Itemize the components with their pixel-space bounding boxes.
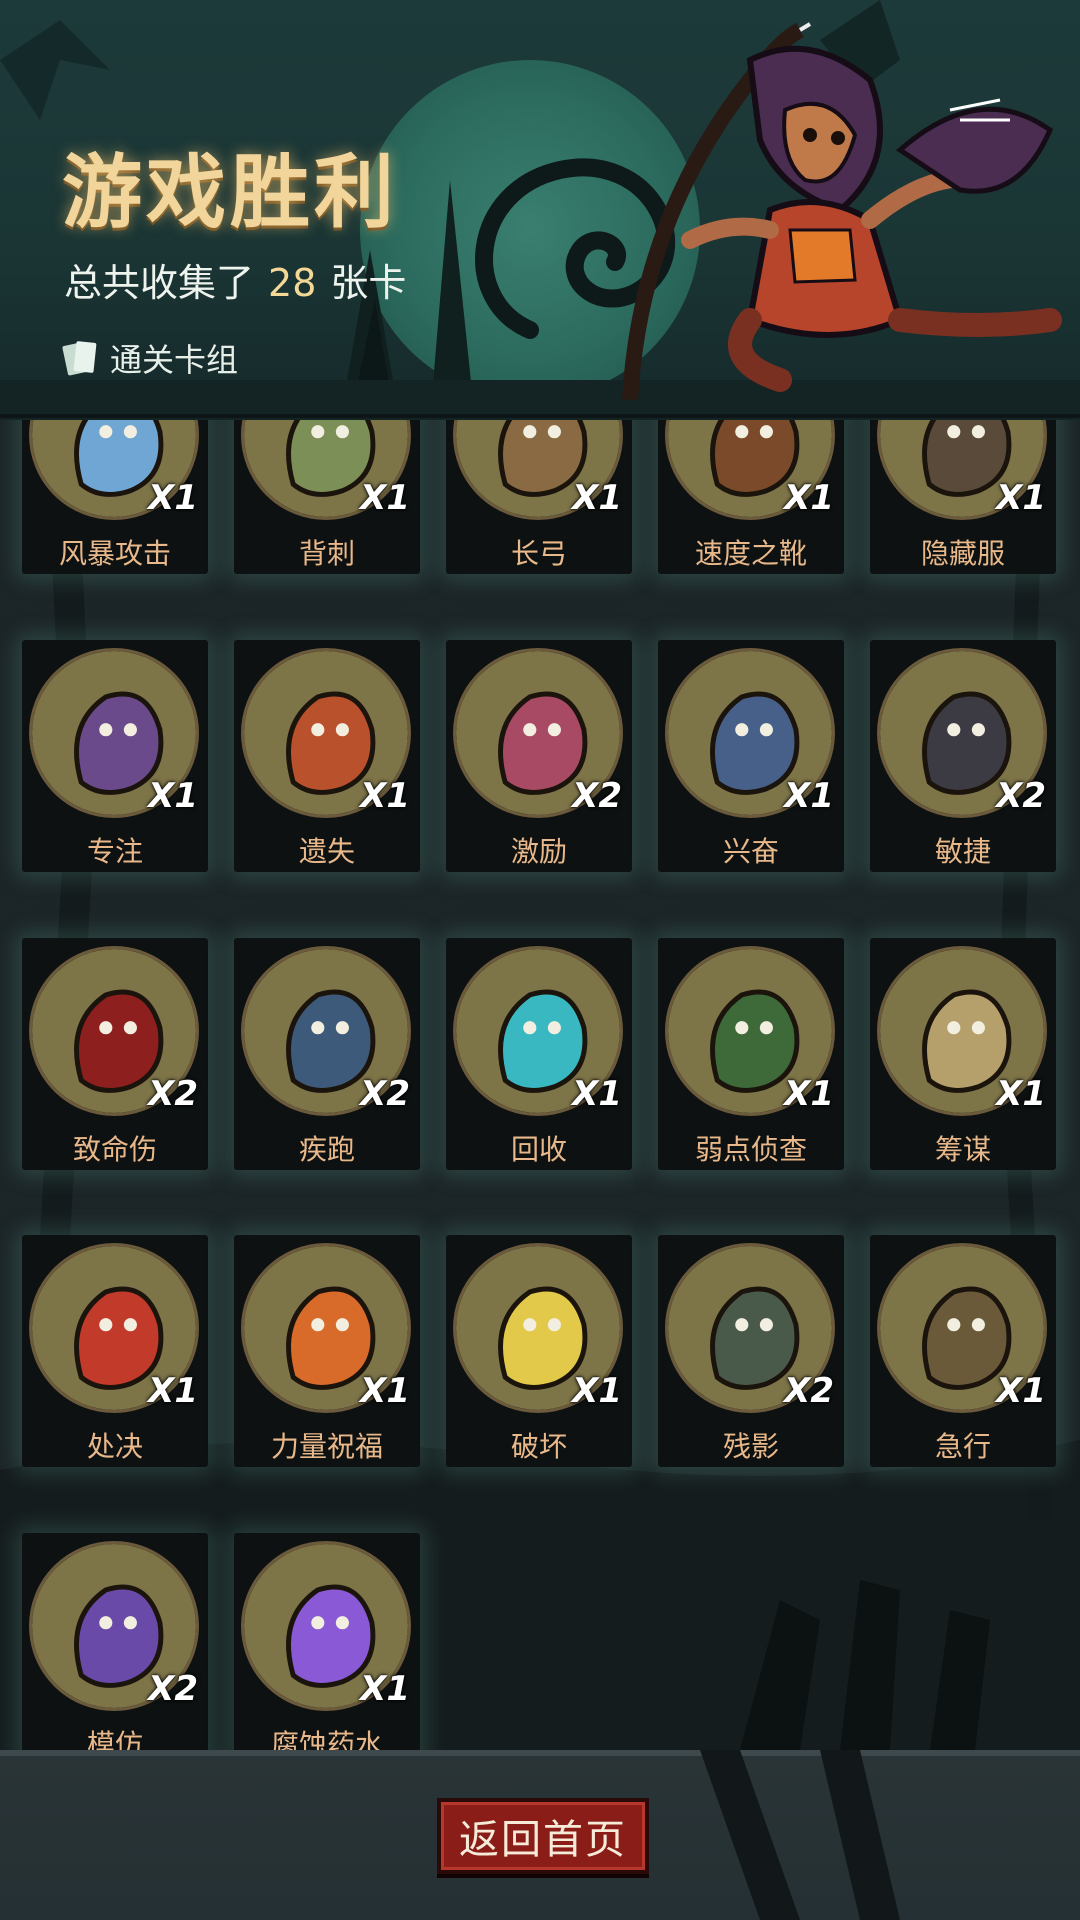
card-item[interactable]: X1 背刺 — [234, 420, 420, 574]
final-deck-button[interactable]: 通关卡组 — [62, 333, 238, 383]
card-quantity: X1 — [148, 478, 198, 518]
card-quantity: X1 — [572, 478, 622, 518]
card-quantity: X1 — [148, 1371, 198, 1411]
card-grid[interactable]: X1 风暴攻击 X1 背刺 X1 长弓 X1 速度之靴 X1 隐藏服 X1 专注 X1 遗失 X2 激励 X1 兴… — [0, 420, 1080, 1750]
card-quantity: X1 — [360, 1371, 410, 1411]
card-item[interactable]: X1 弱点侦查 — [658, 938, 844, 1170]
final-deck-label: 通关卡组 — [110, 341, 239, 379]
card-name: 隐藏服 — [920, 537, 1005, 570]
card-quantity: X2 — [784, 1371, 834, 1411]
card-name: 腐蚀药水 — [270, 1728, 383, 1750]
card-name: 背刺 — [298, 537, 355, 570]
card-item[interactable]: X1 力量祝福 — [234, 1235, 420, 1467]
card-quantity: X1 — [572, 1371, 622, 1411]
card-name: 兴奋 — [722, 835, 779, 868]
cards-collected-count: 28 — [268, 261, 317, 305]
card-quantity: X1 — [996, 478, 1046, 518]
victory-header: 游戏胜利 总共收集了 28 张卡 通关卡组 — [0, 0, 1080, 420]
cards-collected-summary: 总共收集了 28 张卡 — [64, 252, 406, 307]
card-name: 致命伤 — [72, 1133, 157, 1166]
header-divider — [0, 414, 1080, 418]
card-name: 急行 — [934, 1430, 991, 1463]
return-home-button[interactable]: 返回首页 — [437, 1798, 649, 1874]
card-name: 长弓 — [510, 537, 567, 570]
card-name: 力量祝福 — [270, 1430, 383, 1463]
card-name: 残影 — [722, 1430, 779, 1463]
card-quantity: X2 — [148, 1074, 198, 1114]
card-quantity: X1 — [784, 776, 834, 816]
card-name: 疾跑 — [298, 1133, 355, 1166]
card-item[interactable]: X1 速度之靴 — [658, 420, 844, 574]
card-quantity: X1 — [148, 776, 198, 816]
card-name: 速度之靴 — [694, 537, 807, 570]
card-item[interactable]: X2 激励 — [446, 640, 632, 872]
card-item[interactable]: X1 处决 — [22, 1235, 208, 1467]
card-name: 风暴攻击 — [58, 537, 171, 570]
card-name: 敏捷 — [934, 835, 991, 868]
card-item[interactable]: X1 破坏 — [446, 1235, 632, 1467]
card-quantity: X1 — [784, 1074, 834, 1114]
card-quantity: X2 — [148, 1669, 198, 1709]
card-quantity: X2 — [572, 776, 622, 816]
card-item[interactable]: X1 隐藏服 — [870, 420, 1056, 574]
card-item[interactable]: X1 专注 — [22, 640, 208, 872]
card-name: 处决 — [86, 1430, 143, 1463]
card-name: 筹谋 — [934, 1133, 991, 1166]
card-item[interactable]: X1 筹谋 — [870, 938, 1056, 1170]
card-item[interactable]: X1 遗失 — [234, 640, 420, 872]
card-name: 破坏 — [510, 1430, 567, 1463]
card-name: 回收 — [510, 1133, 567, 1166]
card-quantity: X2 — [360, 1074, 410, 1114]
card-name: 弱点侦查 — [694, 1133, 807, 1166]
card-name: 遗失 — [298, 835, 355, 868]
card-item[interactable]: X1 回收 — [446, 938, 632, 1170]
hooded-archer-illustration — [622, 22, 1062, 401]
card-quantity: X1 — [996, 1074, 1046, 1114]
card-quantity: X1 — [784, 478, 834, 518]
victory-title: 游戏胜利 — [62, 146, 398, 239]
card-name: 模仿 — [86, 1728, 143, 1750]
summary-suffix: 张卡 — [330, 261, 407, 305]
card-item[interactable]: X2 疾跑 — [234, 938, 420, 1170]
card-item[interactable]: X1 腐蚀药水 — [234, 1533, 420, 1750]
card-item[interactable]: X1 急行 — [870, 1235, 1056, 1467]
card-deck-icon — [62, 341, 97, 376]
card-quantity: X2 — [996, 776, 1046, 816]
card-item[interactable]: X2 致命伤 — [22, 938, 208, 1170]
card-item[interactable]: X2 模仿 — [22, 1533, 208, 1750]
card-quantity: X1 — [360, 478, 410, 518]
card-name: 激励 — [510, 835, 567, 868]
bottom-bar: 返回首页 — [0, 1750, 1080, 1920]
card-item[interactable]: X2 残影 — [658, 1235, 844, 1467]
card-item[interactable]: X1 风暴攻击 — [22, 420, 208, 574]
game-victory-screen: 游戏胜利 总共收集了 28 张卡 通关卡组 X1 风暴攻击 X1 背刺 X1 长弓 X1 速度… — [0, 0, 1080, 1920]
card-quantity: X1 — [996, 1371, 1046, 1411]
card-item[interactable]: X1 长弓 — [446, 420, 632, 574]
card-quantity: X1 — [360, 1669, 410, 1709]
card-quantity: X1 — [360, 776, 410, 816]
card-item[interactable]: X1 兴奋 — [658, 640, 844, 872]
card-name: 专注 — [86, 835, 143, 868]
card-quantity: X1 — [572, 1074, 622, 1114]
card-item[interactable]: X2 敏捷 — [870, 640, 1056, 872]
summary-prefix: 总共收集了 — [64, 261, 255, 305]
